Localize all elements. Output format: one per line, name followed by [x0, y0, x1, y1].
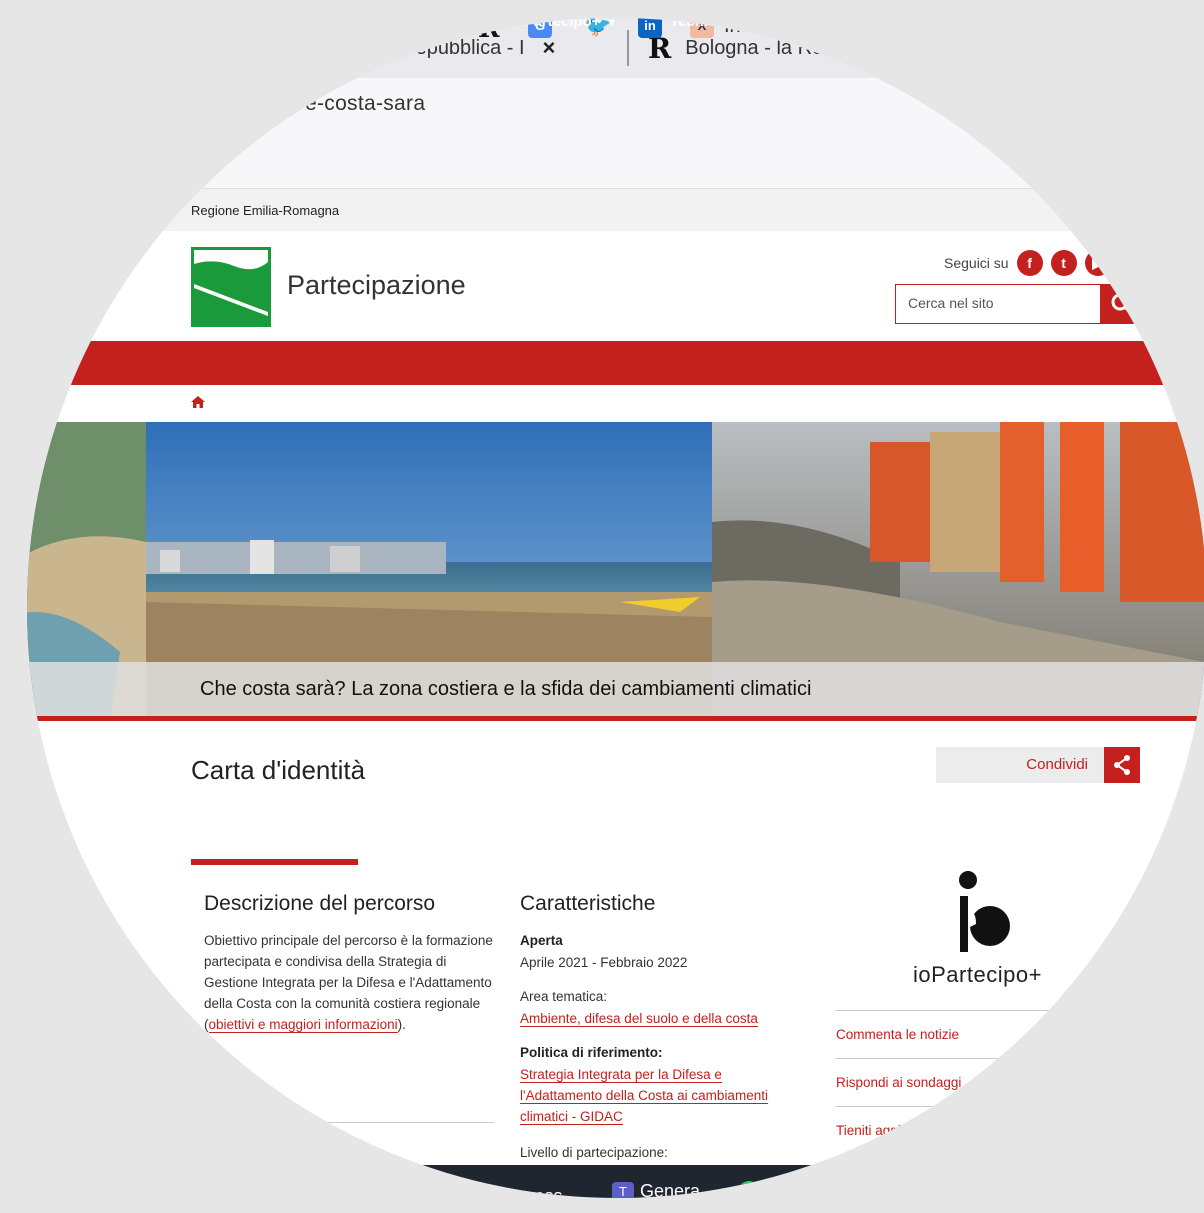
surveys-link[interactable]: Rispondi ai sondaggi — [836, 1075, 961, 1090]
policy-link-wrap: Strategia Integrata per la Difesa e l'Ad… — [520, 1064, 785, 1127]
description-end: ). — [397, 1017, 406, 1032]
search-icon — [1111, 293, 1132, 314]
taskbar-label: Wh — [766, 1181, 793, 1199]
nav-label: Tecnico di garanzia — [670, 18, 809, 30]
social-follow: Seguici su f t ▶ — [944, 250, 1111, 276]
tab-separator — [627, 30, 629, 66]
policy-link[interactable]: Strategia Integrata per la Difesa e l'Ad… — [520, 1067, 768, 1125]
description-text: Obiettivo principale del percorso è la f… — [204, 930, 494, 1035]
main-nav — [27, 341, 1204, 385]
facebook-icon: f — [248, 18, 272, 38]
share-button[interactable]: Condividi — [936, 747, 1104, 783]
level-label: Livello di partecipazione: — [520, 1145, 668, 1160]
nav-item-legge-bando[interactable]: La legge e il bando ▼ — [874, 18, 1026, 30]
divider — [836, 1010, 1136, 1011]
tab-title: Bologna - la Re — [685, 36, 824, 59]
taskbar-edge[interactable] — [432, 1181, 454, 1198]
regione-logo-icon — [194, 250, 268, 324]
area-label: Area tematica: — [520, 989, 608, 1004]
iopartecipo-brand: ioPartecipo+ — [913, 962, 1042, 987]
repubblica-icon: R — [478, 18, 500, 44]
url-text: e-costa-sara — [305, 92, 426, 115]
facebook-icon[interactable]: f — [1016, 250, 1043, 276]
twitter-icon[interactable]: t — [1050, 250, 1077, 276]
home-icon[interactable] — [191, 395, 205, 411]
details-heading: …li — [204, 1084, 230, 1104]
circular-viewport: ia Repubblica - I × R Bologna - la Re e-… — [27, 18, 1204, 1198]
nav-item-tecnico-garanzia[interactable]: Tecnico di garanzia ▼ — [670, 18, 825, 30]
bookmark-repubblica[interactable]: R — [478, 18, 500, 44]
edge-icon — [432, 1181, 454, 1198]
taskbar-whatsapp[interactable]: Wh — [738, 1181, 793, 1198]
bookmarks-bar — [27, 132, 1204, 189]
chevron-down-icon: ▼ — [814, 18, 825, 29]
period-value: Aprile 2021 - Febbraio 2022 — [520, 955, 688, 970]
linkedin-icon: in — [638, 18, 662, 38]
region-link[interactable]: Regione Emilia-Romagna — [191, 203, 339, 218]
divider — [204, 1122, 494, 1123]
follow-label: Seguici su — [944, 255, 1009, 271]
youtube-icon[interactable]: ▶ — [1084, 250, 1111, 276]
regione-logo[interactable] — [191, 247, 271, 327]
share-icon-button[interactable] — [1104, 747, 1140, 783]
share-icon — [1114, 755, 1130, 775]
area-link[interactable]: Ambiente, difesa del suolo e della costa — [520, 1011, 758, 1027]
teams-icon: T — [612, 1181, 634, 1198]
nav-label: Cos'è Partecipazione — [294, 18, 445, 30]
comment-news-link[interactable]: Commenta le notizie — [836, 1027, 959, 1042]
nav-item-cose-partecipazione[interactable]: Cos'è Partecipazione ▼ — [294, 18, 461, 30]
policy-label: Politica di riferimento: — [520, 1045, 663, 1060]
divider — [836, 1058, 1136, 1059]
taskbar-label: Genera... — [640, 1181, 716, 1198]
ie-icon: e — [486, 1181, 501, 1198]
hero-divider — [27, 716, 1204, 721]
status-label: Aperta — [520, 933, 563, 948]
taskbar-access[interactable]: e Access... — [486, 1181, 578, 1198]
search-input[interactable]: Cerca nel sito — [895, 284, 1101, 324]
page-layer: ia Repubblica - I × R Bologna - la Re e-… — [27, 18, 1204, 1198]
chevron-down-icon: ▼ — [1015, 18, 1026, 29]
tab-title: ia Repubblica - I — [380, 36, 525, 59]
divider — [836, 1106, 1136, 1107]
objectives-link[interactable]: obiettivi e maggiori informazioni — [208, 1017, 398, 1033]
home-icon-shape — [191, 396, 205, 408]
features-heading: Caratteristiche — [520, 892, 656, 915]
bookmark-facebook[interactable]: f — [248, 18, 282, 38]
nav-item-iopartecipo[interactable]: ioPartecipo+ ▼ — [510, 18, 617, 30]
page-title: Carta d'identità — [191, 755, 366, 785]
whatsapp-icon — [738, 1181, 760, 1198]
address-bar[interactable]: e-costa-sara — [27, 78, 1204, 132]
iopartecipo-logo-icon — [959, 871, 1010, 952]
bookmark-linkedin[interactable]: in — [638, 18, 672, 38]
chevron-down-icon: ▼ — [606, 18, 618, 29]
nav-label: ioPartecipo+ — [510, 18, 601, 30]
nav-label: La legge e il bando — [874, 18, 1010, 30]
close-icon[interactable]: × — [543, 35, 556, 61]
stay-updated-link[interactable]: Tieniti aggiornat — [836, 1123, 932, 1138]
taskbar-teams[interactable]: T Genera... — [612, 1181, 715, 1198]
description-heading: Descrizione del percorso — [204, 892, 436, 915]
site-title[interactable]: Partecipazione — [287, 270, 466, 301]
chevron-down-icon: ▼ — [450, 18, 462, 29]
hero-title: Che costa sarà? La zona costiera e la sf… — [200, 678, 812, 700]
search-button[interactable] — [1100, 284, 1144, 324]
section-accent-bar — [191, 859, 358, 865]
area-link-wrap: Ambiente, difesa del suolo e della costa — [520, 1008, 758, 1029]
taskbar-label: Access... — [504, 1186, 578, 1198]
